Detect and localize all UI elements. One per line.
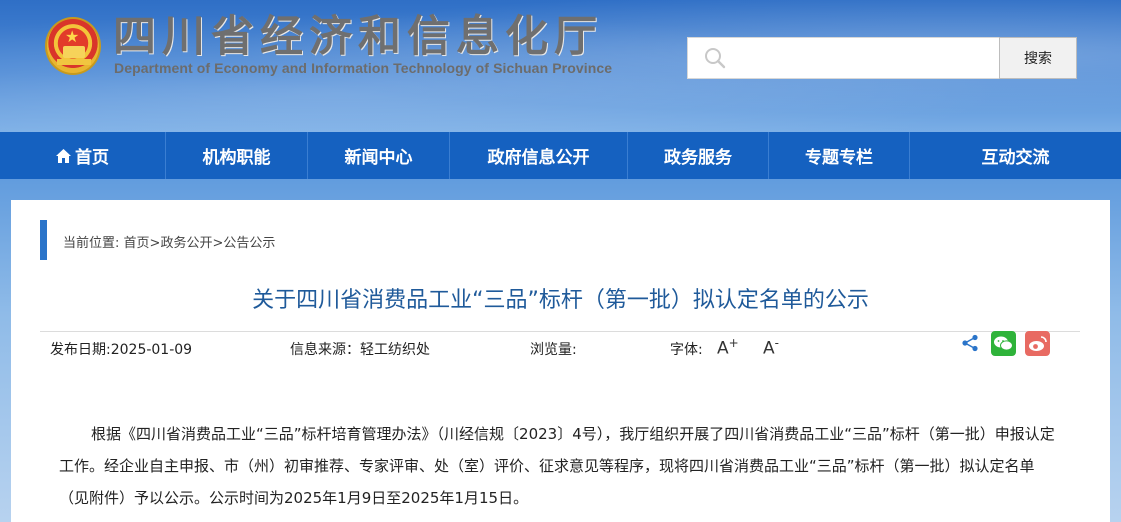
home-icon [56, 148, 71, 163]
site-header: ★ 四川省经济和信息化厅 Department of Economy and I… [0, 0, 1121, 132]
search-button[interactable]: 搜索 [999, 37, 1077, 79]
site-subtitle: Department of Economy and Information Te… [114, 60, 613, 76]
nav-item-topics[interactable]: 专题专栏 [769, 132, 910, 179]
font-decrease-letter: A [763, 338, 775, 359]
view-count: 浏览量: [530, 342, 577, 358]
article-body: 根据《四川省消费品工业“三品”标杆培育管理办法》（川经信规〔2023〕4号），我… [59, 425, 1055, 507]
info-source: 信息来源：轻工纺织处 [290, 342, 430, 358]
wechat-share-icon[interactable] [991, 331, 1016, 356]
nav-item-home[interactable]: 首页 [0, 132, 166, 179]
publish-date: 发布日期:2025-01-09 [50, 342, 193, 358]
breadcrumb-item-gov-affairs[interactable]: 政务公开 [160, 236, 212, 251]
font-decrease-button[interactable]: A- [763, 336, 779, 359]
nav-item-label: 首页 [75, 148, 109, 168]
article-card: 当前位置: 首页>政务公开>公告公示 关于四川省消费品工业“三品”标杆（第一批）… [11, 200, 1110, 522]
font-increase-button[interactable]: A+ [717, 336, 739, 359]
nav-item-functions[interactable]: 机构职能 [166, 132, 308, 179]
font-decrease-mark: - [774, 336, 779, 350]
nav-item-label: 政务服务 [664, 148, 732, 168]
divider [40, 331, 1080, 332]
breadcrumb-separator: > [212, 236, 224, 251]
main-nav: 首页 机构职能 新闻中心 政府信息公开 政务服务 专题专栏 互动交流 [0, 132, 1121, 179]
nav-item-label: 机构职能 [202, 148, 271, 168]
national-emblem-icon: ★ [45, 17, 101, 75]
search-icon [705, 48, 726, 69]
article-title: 关于四川省消费品工业“三品”标杆（第一批）拟认定名单的公示 [252, 288, 869, 313]
nav-item-label: 新闻中心 [344, 148, 413, 168]
breadcrumb-item-notices[interactable]: 公告公示 [223, 236, 275, 251]
breadcrumb-item-home[interactable]: 首页 [124, 236, 150, 251]
nav-item-services[interactable]: 政务服务 [628, 132, 769, 179]
breadcrumb: 当前位置: 首页>政务公开>公告公示 [63, 232, 275, 251]
nav-item-news[interactable]: 新闻中心 [308, 132, 450, 179]
nav-item-label: 政府信息公开 [487, 148, 590, 168]
nav-item-gov-info[interactable]: 政府信息公开 [450, 132, 628, 179]
nav-item-interaction[interactable]: 互动交流 [910, 132, 1121, 179]
nav-item-label: 互动交流 [981, 148, 1050, 168]
breadcrumb-prefix: 当前位置: [63, 236, 124, 251]
nav-item-label: 专题专栏 [805, 148, 873, 168]
breadcrumb-accent-bar [40, 220, 47, 260]
site-title: 四川省经济和信息化厅 [113, 12, 603, 62]
search-input[interactable] [687, 37, 1000, 79]
breadcrumb-separator: > [149, 236, 161, 251]
weibo-share-icon[interactable] [1025, 331, 1050, 356]
font-increase-letter: A [717, 338, 729, 359]
share-icon[interactable] [961, 334, 979, 352]
font-size-label: 字体: [670, 342, 703, 358]
font-increase-mark: + [728, 336, 739, 350]
